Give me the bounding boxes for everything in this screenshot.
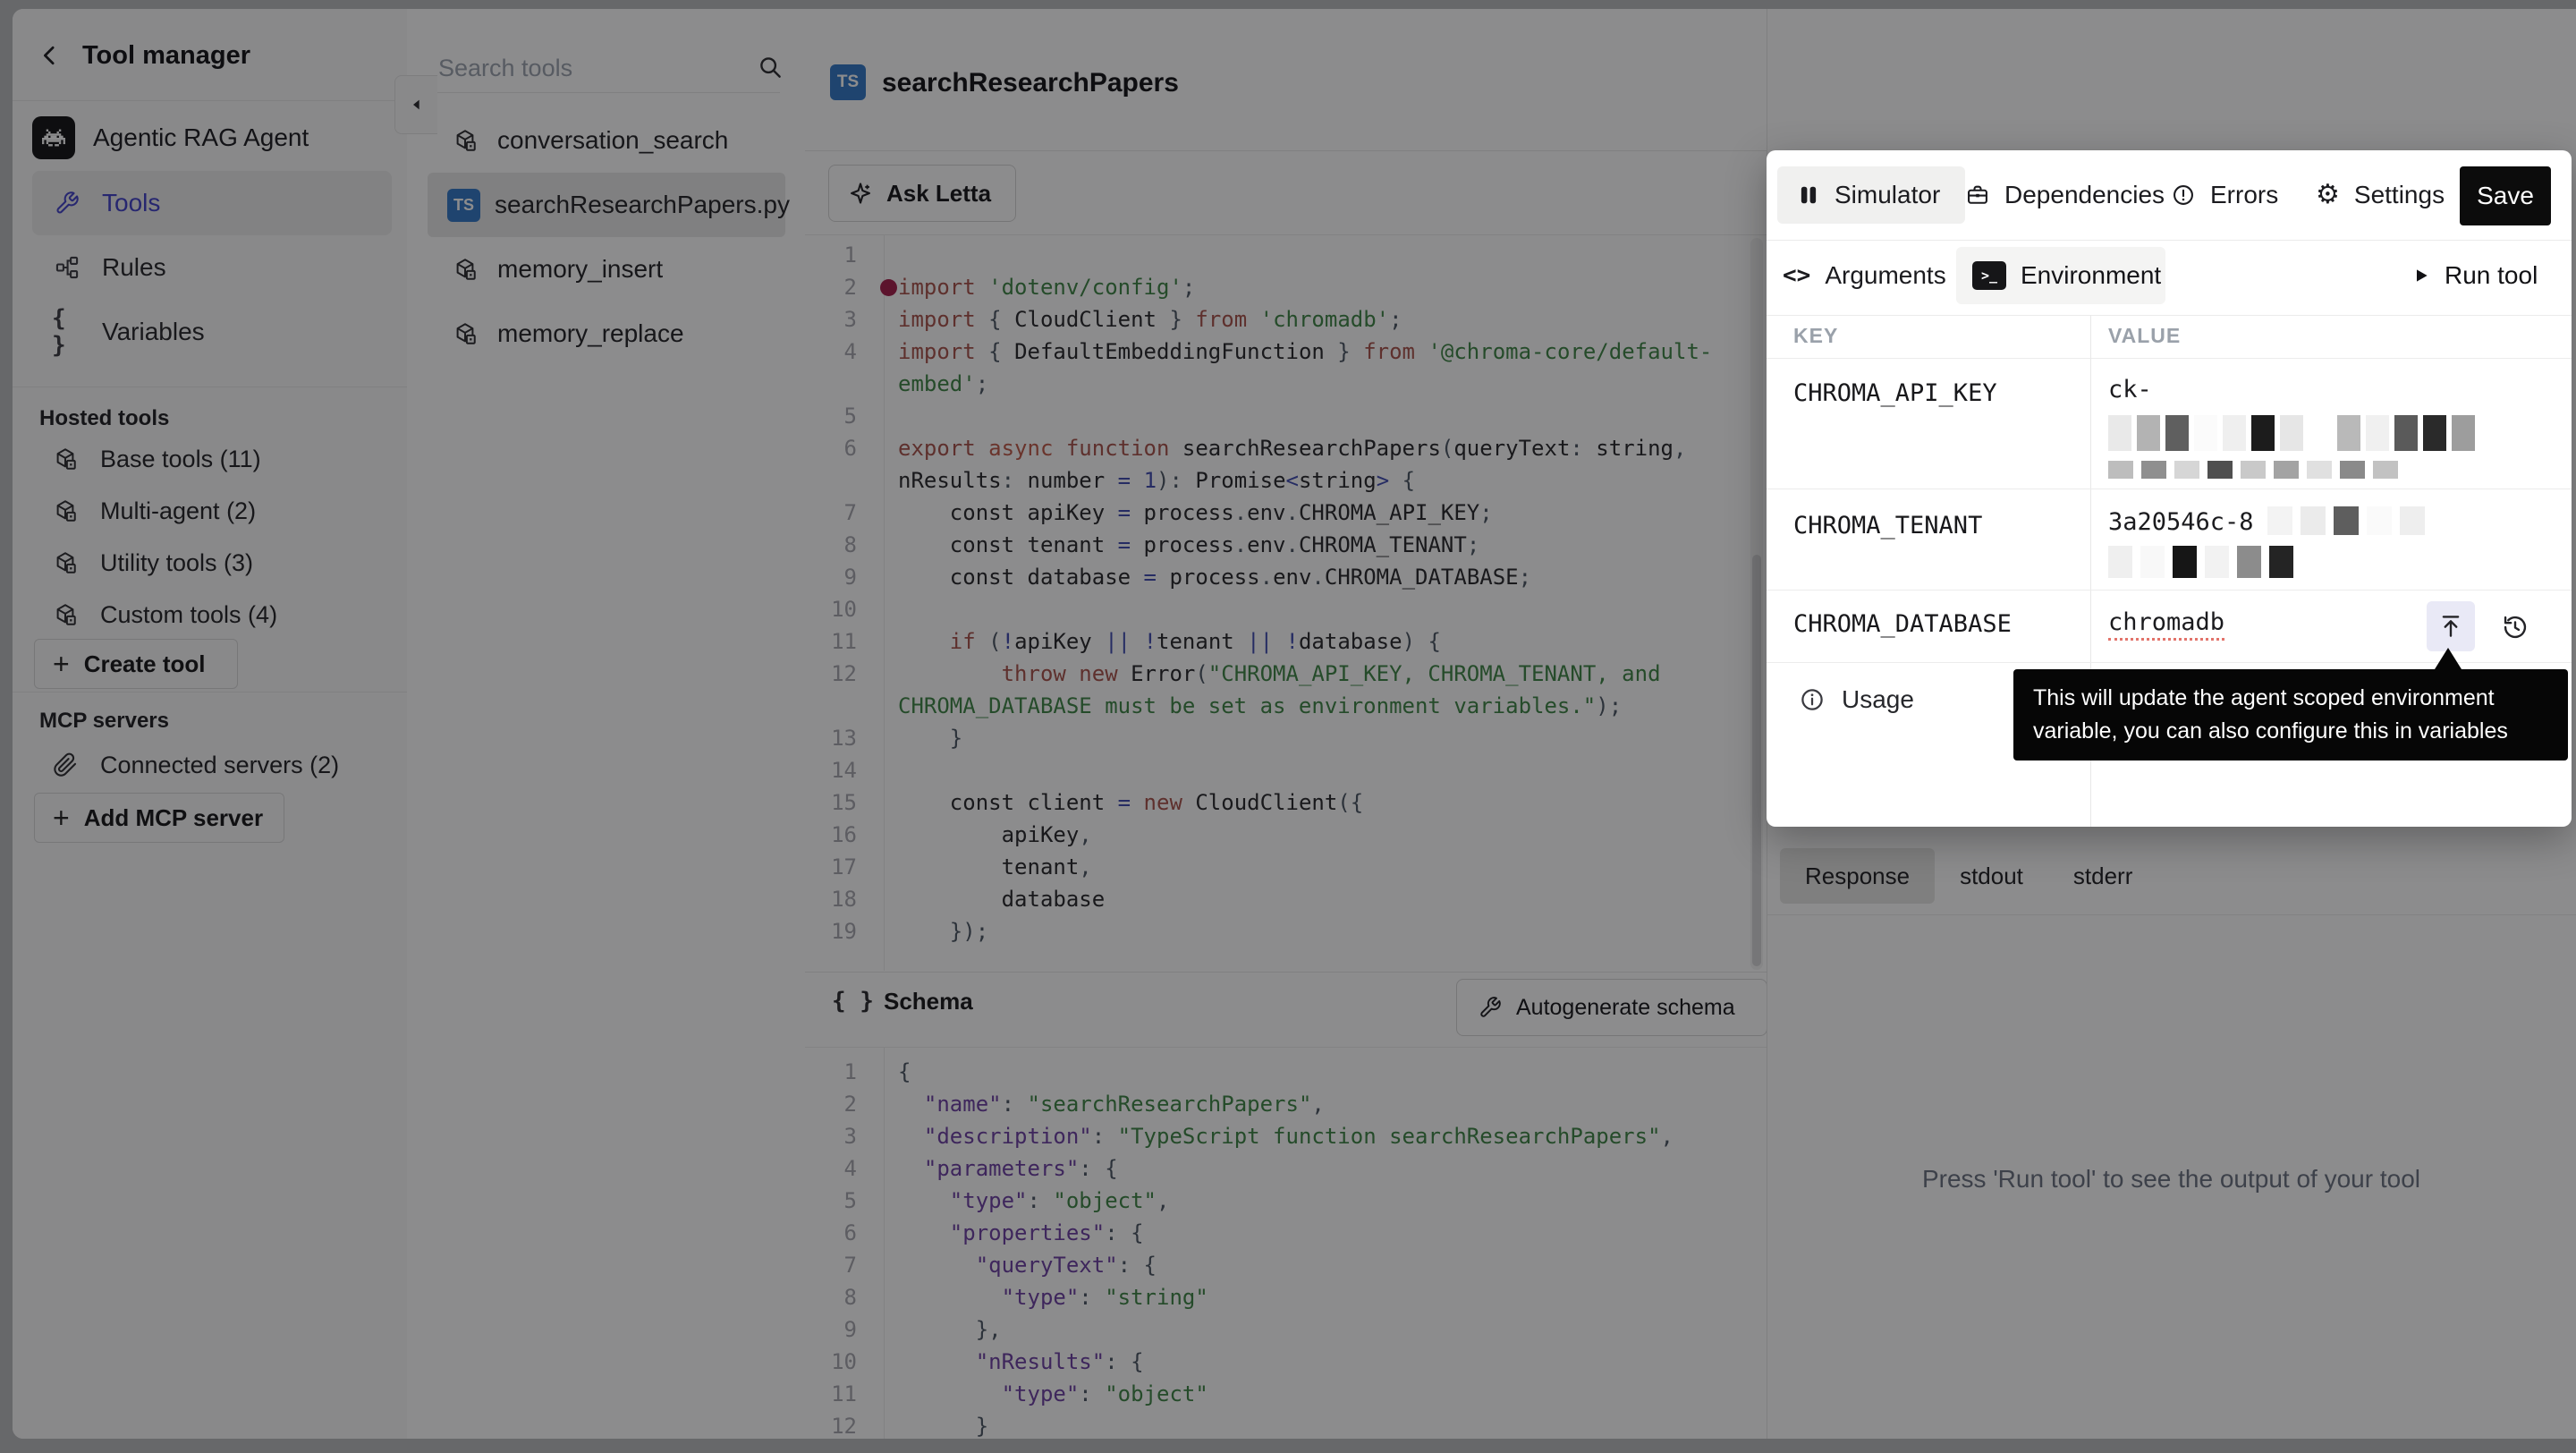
save-button[interactable]: Save [2460,166,2551,225]
tab-arguments[interactable]: <> Arguments [1783,247,1946,304]
divider [1767,315,2572,316]
tab-environment[interactable]: >_ Environment [1956,247,2165,304]
redacted-value [2108,415,2480,451]
tab-settings[interactable]: ⚙ Settings [2307,166,2445,224]
env-value[interactable]: ck- [2108,376,2152,404]
env-key: CHROMA_TENANT [1793,512,1982,540]
tab-errors-label: Errors [2210,181,2278,209]
upload-env-button[interactable] [2427,601,2475,651]
usage-row[interactable]: Usage [1799,685,1914,714]
usage-label: Usage [1842,685,1914,714]
briefcase-icon [1965,183,1990,208]
tooltip-text: This will update the agent scoped enviro… [2033,682,2548,715]
tab-errors[interactable]: Errors [2162,166,2278,224]
play-icon [2412,267,2430,285]
tab-settings-label: Settings [2354,181,2445,209]
key-column-header: KEY [1793,324,1838,348]
tooltip: This will update the agent scoped enviro… [2013,669,2568,760]
value-column-header: VALUE [2108,324,2181,348]
tooltip-text: variable, you can also configure this in… [2033,715,2548,748]
tab-simulator[interactable]: Simulator [1777,166,1965,224]
tab-simulator-label: Simulator [1835,181,1940,209]
gear-icon: ⚙ [2316,182,2340,208]
redacted-value [2108,546,2301,578]
env-value-input[interactable]: chromadb [2108,608,2224,636]
env-key: CHROMA_API_KEY [1793,379,1997,407]
run-tool-button[interactable]: Run tool [2412,247,2538,304]
run-tool-label: Run tool [2445,261,2538,290]
tab-environment-label: Environment [2021,261,2161,290]
divider [1767,590,2572,591]
tab-arguments-label: Arguments [1825,261,1945,290]
divider [1767,240,2572,241]
columns-icon [1797,183,1820,207]
terminal-icon: >_ [1972,261,2006,290]
tab-dependencies-label: Dependencies [2004,181,2165,209]
info-icon [1799,686,1826,713]
divider [1767,358,2572,359]
upload-icon [2437,613,2464,640]
redacted-value [2267,506,2433,535]
env-value[interactable]: 3a20546c-8 [2108,508,2254,536]
alert-circle-icon [2171,183,2196,208]
tooltip-caret [2435,648,2462,669]
save-label: Save [2477,182,2534,210]
code-brackets-icon: <> [1783,262,1810,289]
tab-dependencies[interactable]: Dependencies [1956,166,2165,224]
env-key: CHROMA_DATABASE [1793,610,2012,638]
history-icon[interactable] [2496,608,2534,646]
redacted-value [2108,460,2406,480]
